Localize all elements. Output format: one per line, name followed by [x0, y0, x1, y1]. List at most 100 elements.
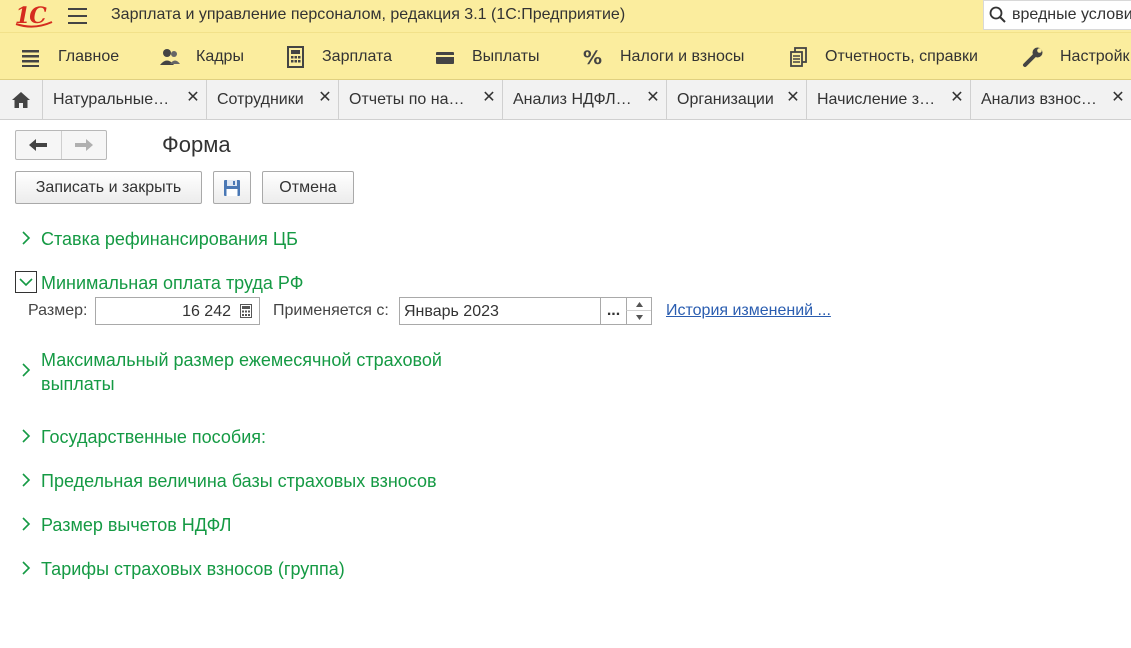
section-label: Зарплата [322, 47, 393, 65]
tab-employees[interactable]: Сотрудники ✕ [207, 80, 339, 120]
chevron-right-icon [15, 425, 37, 447]
arrow-left-icon [29, 139, 48, 151]
chevron-right-icon [15, 513, 37, 535]
applies-from-value: Январь 2023 [404, 303, 499, 320]
app-title: Зарплата и управление персоналом, редакц… [111, 6, 626, 23]
select-button[interactable]: ... [600, 298, 626, 324]
arrow-right-icon [74, 139, 93, 151]
close-icon[interactable]: ✕ [186, 90, 200, 106]
group-title: Размер вычетов НДФЛ [41, 515, 232, 535]
section-label: Отчетность, справки [825, 47, 978, 65]
section-label: Кадры [196, 47, 244, 65]
applies-from-label: Применяется с: [273, 302, 389, 319]
group-title: Ставка рефинансирования ЦБ [41, 229, 298, 249]
size-value: 16 242 [182, 303, 231, 320]
group-max-insurance-payment[interactable]: Максимальный размер ежемесячной страхово… [15, 348, 442, 396]
chevron-down-icon [635, 315, 643, 320]
tab-reports[interactable]: Отчеты по на… ✕ [339, 80, 503, 120]
chevron-up-icon [635, 301, 643, 307]
group-state-benefits[interactable]: Государственные пособия: [15, 425, 266, 449]
forward-button[interactable] [60, 131, 107, 159]
title-bar: 1С Зарплата и управление персоналом, ред… [0, 0, 1131, 32]
tab-label: Сотрудники [217, 91, 304, 108]
floppy-disk-icon [224, 179, 240, 196]
section-main[interactable]: Главное [20, 33, 119, 80]
group-min-wage[interactable]: Минимальная оплата труда РФ [15, 271, 303, 295]
home-icon [12, 92, 30, 108]
close-icon[interactable]: ✕ [786, 90, 800, 106]
size-field[interactable]: 16 242 [95, 297, 260, 325]
tab-ndfl-analysis[interactable]: Анализ НДФЛ… ✕ [503, 80, 667, 120]
group-title: Максимальный размер ежемесячной страхово… [41, 348, 442, 396]
calculator-icon [240, 304, 252, 318]
increment-button[interactable] [626, 298, 651, 311]
applies-from-field[interactable]: Январь 2023 ... [399, 297, 652, 325]
history-navigation [15, 130, 107, 160]
tab-label: Натуральные… [53, 91, 170, 108]
main-menu-icon[interactable] [68, 8, 87, 24]
group-refinancing-rate[interactable]: Ставка рефинансирования ЦБ [15, 227, 298, 251]
home-tab[interactable] [0, 80, 43, 120]
chevron-right-icon [15, 557, 37, 579]
group-title: Минимальная оплата труда РФ [41, 273, 304, 293]
close-icon[interactable]: ✕ [318, 90, 332, 106]
search-value: вредные услови [1012, 6, 1131, 23]
close-icon[interactable]: ✕ [482, 90, 496, 106]
close-icon[interactable]: ✕ [646, 90, 660, 106]
svg-text:%: % [583, 47, 602, 69]
chevron-right-icon [15, 359, 37, 381]
open-windows-bar: Натуральные… ✕ Сотрудники ✕ Отчеты по на… [0, 79, 1131, 120]
save-and-close-button[interactable]: Записать и закрыть [15, 171, 202, 204]
group-title: Тарифы страховых взносов (группа) [41, 559, 345, 579]
calculator-icon [284, 45, 308, 69]
save-button[interactable] [213, 171, 251, 204]
chevron-right-icon [15, 469, 37, 491]
search-input[interactable]: вредные услови [983, 0, 1131, 30]
section-label: Выплаты [472, 47, 540, 65]
close-icon[interactable]: ✕ [1111, 90, 1125, 106]
tab-label: Отчеты по на… [349, 91, 465, 108]
section-label: Настройк [1060, 47, 1130, 65]
calculator-button[interactable] [233, 298, 259, 324]
tab-contributions-analysis[interactable]: Анализ взнос… ✕ [971, 80, 1131, 120]
documents-icon [787, 45, 811, 69]
form-title: Форма [162, 132, 231, 157]
tab-label: Организации [677, 91, 774, 108]
tab-salary-accrual[interactable]: Начисление з… ✕ [807, 80, 971, 120]
history-link[interactable]: История изменений ... [666, 302, 831, 320]
sections-panel: Главное Кадры Зарплата Выплаты % Налоги … [0, 32, 1131, 79]
group-ndfl-deductions[interactable]: Размер вычетов НДФЛ [15, 513, 231, 537]
back-button[interactable] [16, 131, 61, 159]
chevron-down-icon [15, 271, 37, 293]
group-title-line: Максимальный размер ежемесячной страхово… [41, 350, 442, 370]
section-salary[interactable]: Зарплата [284, 33, 392, 80]
menu-lines-icon [20, 45, 44, 69]
wallet-icon [434, 45, 458, 69]
group-base-limit[interactable]: Предельная величина базы страховых взнос… [15, 469, 437, 493]
size-label: Размер: [28, 302, 88, 319]
section-reports[interactable]: Отчетность, справки [787, 33, 978, 80]
tab-label: Начисление з… [817, 91, 936, 108]
group-title: Государственные пособия: [41, 427, 267, 447]
search-icon [989, 6, 1006, 23]
section-hr[interactable]: Кадры [158, 33, 244, 80]
close-icon[interactable]: ✕ [950, 90, 964, 106]
section-taxes[interactable]: % Налоги и взносы [582, 33, 744, 80]
section-label: Налоги и взносы [620, 47, 745, 65]
decrement-button[interactable] [626, 311, 651, 324]
section-payments[interactable]: Выплаты [434, 33, 540, 80]
people-icon [158, 45, 182, 69]
tab-label: Анализ взнос… [981, 91, 1097, 108]
wrench-icon [1022, 45, 1046, 69]
group-title: Предельная величина базы страховых взнос… [41, 471, 437, 491]
group-contribution-tariffs[interactable]: Тарифы страховых взносов (группа) [15, 557, 345, 581]
chevron-right-icon [15, 227, 37, 249]
percent-icon: % [582, 45, 606, 69]
cancel-button[interactable]: Отмена [262, 171, 354, 204]
tab-natural[interactable]: Натуральные… ✕ [43, 80, 207, 120]
tab-organizations[interactable]: Организации ✕ [667, 80, 807, 120]
section-settings[interactable]: Настройк [1022, 33, 1130, 80]
group-title-line: выплаты [41, 374, 115, 394]
app-logo[interactable]: 1С [14, 2, 54, 34]
one-c-logo-icon: 1С [15, 3, 53, 29]
